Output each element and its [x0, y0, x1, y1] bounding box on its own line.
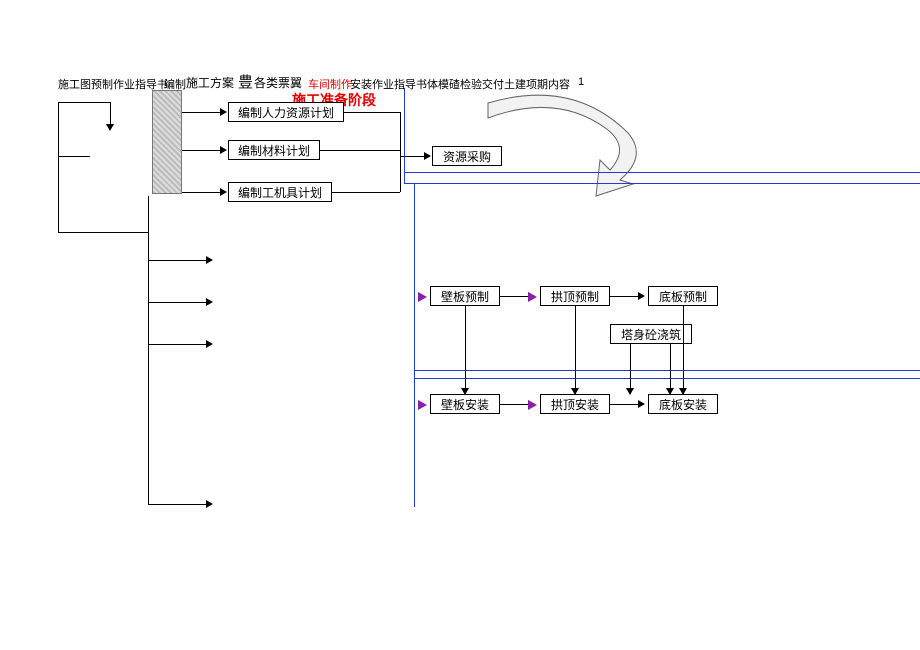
arrow-right-icon: [220, 146, 227, 154]
arrow-right-icon: [220, 188, 227, 196]
arrow-right-icon: [206, 256, 213, 264]
box-tower-pour: 塔身砼浇筑: [610, 324, 692, 344]
arrow-down-icon: [626, 388, 634, 395]
arrow-down-icon: [666, 388, 674, 395]
box-arch-prefab: 拱顶预制: [540, 286, 610, 306]
hdr-seg3: 施工方案: [186, 74, 234, 91]
arrow-right-icon: [638, 400, 645, 408]
arrow-down-icon: [106, 124, 114, 131]
arrow-right-icon: [206, 340, 213, 348]
box-base-prefab: 底板预制: [648, 286, 718, 306]
arrow-down-icon: [571, 388, 579, 395]
box-plan-tools: 编制工机具计划: [228, 182, 332, 202]
triangle-bullet-icon: [418, 292, 427, 302]
triangle-bullet-icon: [528, 292, 537, 302]
triangle-bullet-icon: [418, 400, 427, 410]
arrow-down-icon: [461, 388, 469, 395]
arrow-right-icon: [220, 108, 227, 116]
box-plan-material: 编制材料计划: [228, 140, 320, 160]
triangle-bullet-icon: [528, 400, 537, 410]
box-wall-prefab: 壁板预制: [430, 286, 500, 306]
hdr-seg4: 豊: [238, 71, 253, 92]
vertical-divider: [152, 90, 182, 194]
curved-arrow-icon: [478, 88, 658, 198]
diagram-canvas: 施工图预制作业指导书 编制 施工方案 豊 各类票翼 车间制作 安装作业指导书体模…: [0, 0, 920, 650]
box-base-install: 底板安装: [648, 394, 718, 414]
arrow-right-icon: [424, 152, 431, 160]
arrow-right-icon: [206, 298, 213, 306]
arrow-right-icon: [638, 292, 645, 300]
box-plan-hr: 编制人力资源计划: [228, 102, 344, 122]
arrow-down-icon: [679, 388, 687, 395]
hdr-seg5: 各类票翼: [254, 74, 302, 91]
hdr-seg8: 1: [578, 76, 584, 88]
box-wall-install: 壁板安装: [430, 394, 500, 414]
arrow-right-icon: [206, 500, 213, 508]
box-arch-install: 拱顶安装: [540, 394, 610, 414]
